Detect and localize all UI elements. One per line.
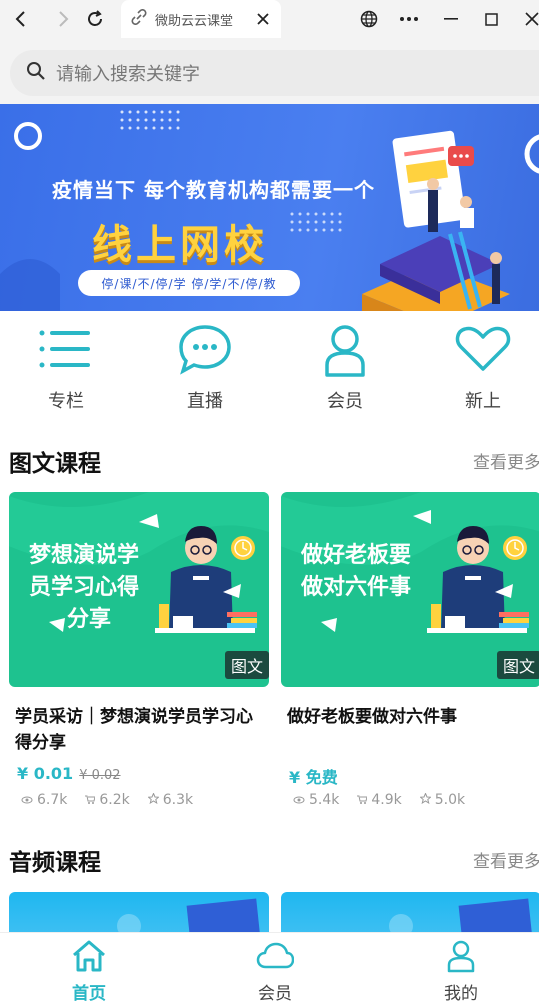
reload-icon[interactable] <box>82 6 108 32</box>
view-more-link[interactable]: 查看更多 <box>473 448 539 473</box>
search-icon <box>26 61 46 85</box>
course-title[interactable]: 学员采访｜梦想演说学员学习心得分享 <box>15 704 265 756</box>
search-input[interactable]: 请输入搜索关键字 <box>10 50 539 96</box>
banner-headline: 疫情当下 每个教育机构都需要一个 <box>52 178 375 202</box>
course-stats: 6.7k 6.2k 6.3k <box>21 792 193 808</box>
cloud-icon <box>256 939 295 977</box>
course-title[interactable]: 做好老板要做对六件事 <box>287 704 537 730</box>
tab-title: 微助云云课堂 <box>155 13 234 29</box>
bottom-nav-label: 首页 <box>72 984 106 1004</box>
window-close-icon[interactable] <box>519 6 539 32</box>
buys-stat: 4.9k <box>357 792 402 808</box>
eye-icon <box>293 792 305 808</box>
quick-nav-label: 直播 <box>187 391 223 412</box>
browser-toolbar: 微助云云课堂 <box>0 0 539 38</box>
buys-count: 4.9k <box>371 792 402 808</box>
list-icon <box>36 323 96 379</box>
minimize-icon[interactable] <box>438 6 464 32</box>
views-stat: 6.7k <box>21 792 67 808</box>
course-cover: 梦想演说学 员学习心得 分享 图文 <box>9 492 269 687</box>
stars-stat: 6.3k <box>146 792 194 808</box>
section-title: 图文课程 <box>9 451 101 477</box>
quick-nav-label: 专栏 <box>48 391 84 412</box>
price-current: ¥ 0.01 <box>17 764 74 783</box>
forward-icon[interactable] <box>50 6 76 32</box>
cart-icon <box>357 792 369 808</box>
buys-count: 6.2k <box>99 792 130 808</box>
more-icon[interactable] <box>396 6 422 32</box>
course-price: ¥ 免费 <box>289 764 338 788</box>
quick-nav-member[interactable]: 会员 <box>290 323 400 423</box>
price-original: ¥ 0.02 <box>79 768 121 783</box>
views-count: 6.7k <box>37 792 68 808</box>
cover-text: 分享 <box>67 607 112 632</box>
stars-count: 6.3k <box>162 792 194 808</box>
stars-stat: 5.0k <box>418 792 466 808</box>
home-icon <box>71 939 107 977</box>
course-price: ¥ 0.01 ¥ 0.02 <box>17 764 121 783</box>
back-icon[interactable] <box>8 6 34 32</box>
globe-icon[interactable] <box>356 6 382 32</box>
link-icon <box>131 9 147 29</box>
person-icon <box>444 939 478 977</box>
section-title: 音频课程 <box>9 850 101 876</box>
quick-nav: 专栏 直播 会员 新上 <box>0 311 539 421</box>
view-more-link[interactable]: 查看更多 <box>473 847 539 872</box>
section-graphic-courses: 图文课程 查看更多 <box>0 440 539 480</box>
course-card[interactable]: 梦想演说学 员学习心得 分享 图文 学员采访｜梦想演说学员学习心得分享 ¥ 0.… <box>9 492 269 822</box>
browser-tab[interactable]: 微助云云课堂 <box>121 0 281 38</box>
course-type-badge: 图文 <box>496 651 539 679</box>
chat-bubble-icon <box>175 323 235 379</box>
bottom-nav-label: 我的 <box>444 984 478 1004</box>
bottom-nav: 首页 会员 我的 <box>0 932 539 1004</box>
bottom-nav-home[interactable]: 首页 <box>49 939 129 1004</box>
course-stats: 5.4k 4.9k 5.0k <box>293 792 465 808</box>
banner-tagline: 停/课/不/停/学 停/学/不/停/教 <box>78 270 300 296</box>
bottom-nav-label: 会员 <box>258 984 292 1004</box>
stars-count: 5.0k <box>434 792 466 808</box>
cover-text: 梦想演说学 <box>29 543 140 568</box>
cover-text: 员学习心得 <box>29 575 140 600</box>
bottom-nav-mine[interactable]: 我的 <box>421 939 501 1004</box>
section-audio-courses: 音频课程 查看更多 <box>0 839 539 879</box>
member-icon <box>315 323 375 383</box>
course-card[interactable]: 做好老板要 做对六件事 图文 做好老板要做对六件事 ¥ 免费 5.4k 4.9k… <box>281 492 539 822</box>
bottom-nav-member[interactable]: 会员 <box>235 939 315 1004</box>
course-type-badge: 图文 <box>224 651 269 679</box>
star-icon <box>418 792 432 808</box>
search-placeholder: 请输入搜索关键字 <box>56 64 200 85</box>
banner-title: 线上网校 <box>92 222 268 268</box>
views-stat: 5.4k <box>293 792 339 808</box>
heart-icon <box>453 323 513 379</box>
cover-text: 做好老板要 <box>301 543 412 568</box>
quick-nav-new[interactable]: 新上 <box>428 323 538 423</box>
quick-nav-label: 新上 <box>465 391 501 412</box>
star-icon <box>146 792 160 808</box>
cover-text: 做对六件事 <box>301 575 412 600</box>
promo-banner[interactable]: 疫情当下 每个教育机构都需要一个 线上网校 停/课/不/停/学 停/学/不/停/… <box>0 104 539 311</box>
quick-nav-column[interactable]: 专栏 <box>11 323 121 423</box>
search-bar-area: 请输入搜索关键字 <box>0 38 539 104</box>
cart-icon <box>85 792 97 808</box>
maximize-icon[interactable] <box>478 6 504 32</box>
quick-nav-label: 会员 <box>327 391 363 412</box>
buys-stat: 6.2k <box>85 792 130 808</box>
close-icon[interactable] <box>255 11 271 27</box>
eye-icon <box>21 792 33 808</box>
price-current: ¥ 免费 <box>289 768 338 787</box>
quick-nav-live[interactable]: 直播 <box>150 323 260 423</box>
views-count: 5.4k <box>309 792 340 808</box>
course-cover: 做好老板要 做对六件事 图文 <box>281 492 539 687</box>
